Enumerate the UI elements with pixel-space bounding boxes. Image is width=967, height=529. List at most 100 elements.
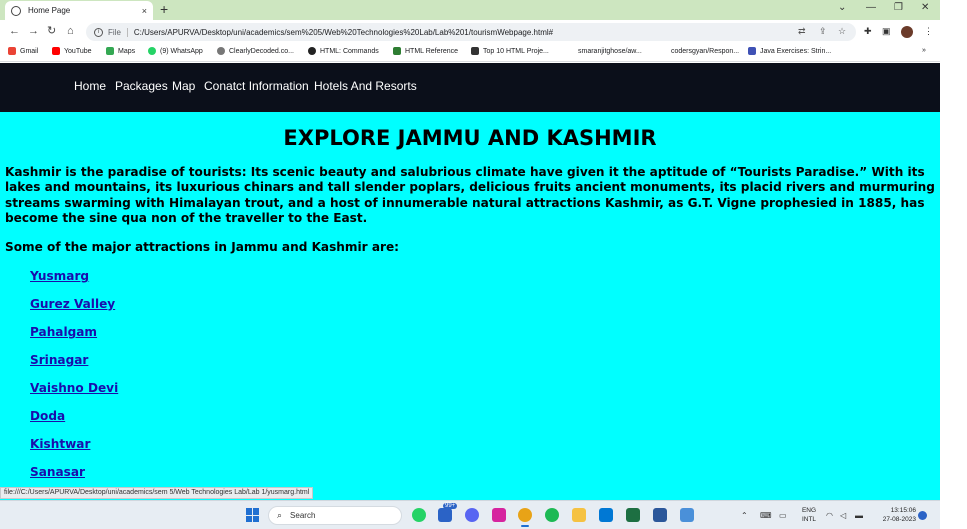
clock-time: 13:15:06: [890, 507, 916, 514]
bookmark-page-icon: [471, 47, 479, 55]
menu-icon[interactable]: ⋮: [924, 26, 933, 37]
share-icon[interactable]: ⇪: [819, 26, 827, 37]
bookmark-item[interactable]: (9) WhatsApp: [148, 47, 203, 55]
browser-window: Home Page × + ⌄ — ❐ ✕ ← → ↻ ⌂ i File C:/…: [0, 0, 940, 529]
file-explorer-app-icon[interactable]: [572, 508, 586, 522]
volume-icon[interactable]: ◁: [840, 511, 846, 520]
bookmark-item[interactable]: smaranjitghose/aw...: [566, 47, 642, 55]
clock-date: 27-08-2023: [882, 516, 916, 523]
bookmark-item[interactable]: ClearlyDecoded.co...: [217, 47, 294, 55]
tab-home-page[interactable]: Home Page ×: [5, 1, 153, 20]
bookmarks-bar: Gmail YouTube Maps (9) WhatsApp ClearlyD…: [0, 44, 940, 62]
maps-icon: [106, 47, 114, 55]
github-icon: [566, 47, 574, 55]
minimize-icon[interactable]: —: [866, 2, 876, 13]
chevron-down-icon[interactable]: ⌄: [838, 2, 846, 13]
w3schools-icon: [393, 47, 401, 55]
notepad-app-icon[interactable]: [680, 508, 694, 522]
word-app-icon[interactable]: [653, 508, 667, 522]
attraction-link-pahalgam[interactable]: Pahalgam: [30, 325, 97, 339]
attraction-link-sanasar[interactable]: Sanasar: [30, 465, 85, 479]
bookmark-item[interactable]: Java Exercises: Strin...: [748, 47, 831, 55]
whatsapp-icon: [148, 47, 156, 55]
attractions-heading: Some of the major attractions in Jammu a…: [5, 240, 399, 254]
display-icon[interactable]: ▭: [779, 511, 787, 520]
nav-home-link[interactable]: Home: [74, 79, 106, 93]
mail-app-icon[interactable]: [438, 508, 452, 522]
url-text[interactable]: C:/Users/APURVA/Desktop/uni/academics/se…: [134, 28, 553, 37]
bookmark-star-icon[interactable]: ☆: [838, 26, 846, 37]
back-icon[interactable]: ←: [9, 25, 20, 37]
battery-icon[interactable]: ▬: [855, 511, 863, 520]
list-item: Doda: [30, 407, 118, 435]
tab-title: Home Page: [28, 6, 71, 15]
excel-app-icon[interactable]: [626, 508, 640, 522]
attractions-list: Yusmarg Gurez Valley Pahalgam Srinagar V…: [30, 267, 118, 491]
home-icon[interactable]: ⌂: [67, 25, 74, 37]
gmail-icon: [8, 47, 16, 55]
instagram-app-icon[interactable]: [492, 508, 506, 522]
attraction-link-gurez-valley[interactable]: Gurez Valley: [30, 297, 115, 311]
github-icon: [659, 47, 667, 55]
forward-icon[interactable]: →: [28, 25, 39, 37]
search-placeholder: Search: [290, 511, 316, 520]
vscode-app-icon[interactable]: [599, 508, 613, 522]
attraction-link-srinagar[interactable]: Srinagar: [30, 353, 88, 367]
bookmark-item[interactable]: HTML Reference: [393, 47, 458, 55]
youtube-icon: [52, 47, 60, 55]
globe-icon: [308, 47, 316, 55]
extensions-icon[interactable]: ✚: [864, 26, 872, 37]
nav-hotels-link[interactable]: Hotels And Resorts: [314, 79, 417, 93]
chrome-app-icon[interactable]: [518, 508, 532, 527]
address-bar[interactable]: i File C:/Users/APURVA/Desktop/uni/acade…: [86, 23, 856, 41]
nav-contact-link[interactable]: Conatct Information: [204, 79, 309, 93]
bookmark-item[interactable]: codersgyan/Respon...: [659, 47, 739, 55]
whatsapp-app-icon[interactable]: [412, 508, 426, 522]
list-item: Vaishno Devi: [30, 379, 118, 407]
spotify-app-icon[interactable]: [545, 508, 559, 522]
new-tab-button[interactable]: +: [160, 2, 168, 16]
attraction-link-yusmarg[interactable]: Yusmarg: [30, 269, 89, 283]
wifi-icon[interactable]: ◠: [826, 511, 833, 520]
list-item: Yusmarg: [30, 267, 118, 295]
bookmark-item[interactable]: HTML: Commands: [308, 47, 379, 55]
discord-app-icon[interactable]: [465, 508, 479, 522]
side-panel-icon[interactable]: ▣: [882, 26, 891, 37]
keyboard-layout-label: INTL: [801, 516, 817, 523]
page-content: Home Packages Map Conatct Information Ho…: [0, 63, 940, 500]
reload-icon[interactable]: ↻: [47, 25, 56, 37]
bookmark-item[interactable]: Maps: [106, 47, 135, 55]
nav-map-link[interactable]: Map: [172, 79, 195, 93]
language-label: ENG: [801, 507, 817, 514]
attraction-link-kishtwar[interactable]: Kishtwar: [30, 437, 90, 451]
attraction-link-vaishno-devi[interactable]: Vaishno Devi: [30, 381, 118, 395]
attraction-link-doda[interactable]: Doda: [30, 409, 65, 423]
close-window-icon[interactable]: ✕: [921, 2, 929, 13]
info-icon[interactable]: i: [94, 27, 103, 37]
restore-icon[interactable]: ❐: [894, 2, 903, 13]
link-status-bar: file:///C:/Users/APURVA/Desktop/uni/acad…: [0, 487, 314, 499]
chevron-up-icon[interactable]: ⌃: [741, 511, 748, 520]
list-item: Pahalgam: [30, 323, 118, 351]
profile-avatar[interactable]: [901, 26, 913, 38]
tab-strip: Home Page × + ⌄ — ❐ ✕: [0, 0, 940, 20]
translate-icon[interactable]: ⇄: [798, 26, 806, 37]
language-indicator[interactable]: ENG INTL: [798, 506, 820, 524]
list-item: Srinagar: [30, 351, 118, 379]
bookmarks-more-button[interactable]: »: [922, 47, 926, 54]
windows-start-icon[interactable]: [246, 508, 260, 522]
list-item: Gurez Valley: [30, 295, 118, 323]
browser-toolbar: ← → ↻ ⌂ i File C:/Users/APURVA/Desktop/u…: [0, 20, 940, 44]
list-item: Kishtwar: [30, 435, 118, 463]
bookmark-item[interactable]: Top 10 HTML Proje...: [471, 47, 549, 55]
bookmark-item[interactable]: YouTube: [52, 47, 92, 55]
notification-icon[interactable]: [918, 511, 927, 520]
clock[interactable]: 13:15:06 27-08-2023: [872, 506, 916, 524]
nav-packages-link[interactable]: Packages: [115, 79, 168, 93]
intro-paragraph: Kashmir is the paradise of tourists: Its…: [5, 165, 935, 225]
keyboard-icon[interactable]: ⌨: [760, 511, 772, 520]
close-tab-icon[interactable]: ×: [142, 6, 147, 16]
bookmark-item[interactable]: Gmail: [8, 47, 38, 55]
taskbar-search-box[interactable]: ⌕ Search: [268, 506, 402, 525]
globe-icon: [11, 5, 21, 16]
